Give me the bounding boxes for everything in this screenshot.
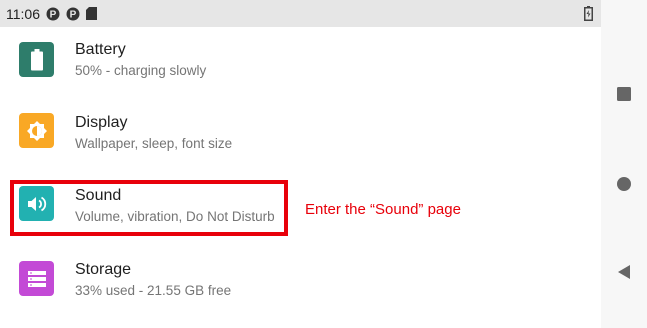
battery-icon [19, 42, 54, 77]
setting-summary: 50% - charging slowly [75, 63, 207, 78]
sd-card-icon [86, 7, 97, 20]
navigation-bar [601, 0, 647, 328]
setting-item-battery[interactable]: Battery 50% - charging slowly [0, 30, 601, 100]
status-time: 11:06 [6, 5, 40, 22]
svg-text:P: P [70, 9, 77, 20]
brightness-icon [19, 113, 54, 148]
setting-item-storage[interactable]: Storage 33% used - 21.55 GB free [0, 249, 601, 319]
setting-item-display[interactable]: Display Wallpaper, sleep, font size [0, 103, 601, 173]
back-button[interactable] [601, 262, 647, 286]
status-bar: 11:06 P P [0, 0, 601, 27]
setting-title: Battery [75, 41, 126, 58]
setting-summary: Wallpaper, sleep, font size [75, 136, 233, 151]
setting-title: Display [75, 114, 128, 131]
recents-icon [616, 86, 632, 107]
p-badge-icon: P [46, 7, 60, 21]
battery-charging-icon [584, 6, 593, 26]
back-icon [616, 264, 632, 285]
p-badge-icon: P [66, 7, 80, 21]
svg-text:P: P [50, 9, 57, 20]
storage-icon [19, 261, 54, 296]
setting-summary: 33% used - 21.55 GB free [75, 283, 232, 298]
settings-screen: 11:06 P P Battery 50% - charging slowly … [0, 0, 601, 328]
setting-title: Storage [75, 261, 132, 278]
annotation-label: Enter the “Sound” page [305, 201, 461, 218]
home-button[interactable] [601, 174, 647, 198]
highlight-box [10, 180, 288, 236]
home-icon [616, 176, 632, 197]
recents-button[interactable] [601, 84, 647, 108]
